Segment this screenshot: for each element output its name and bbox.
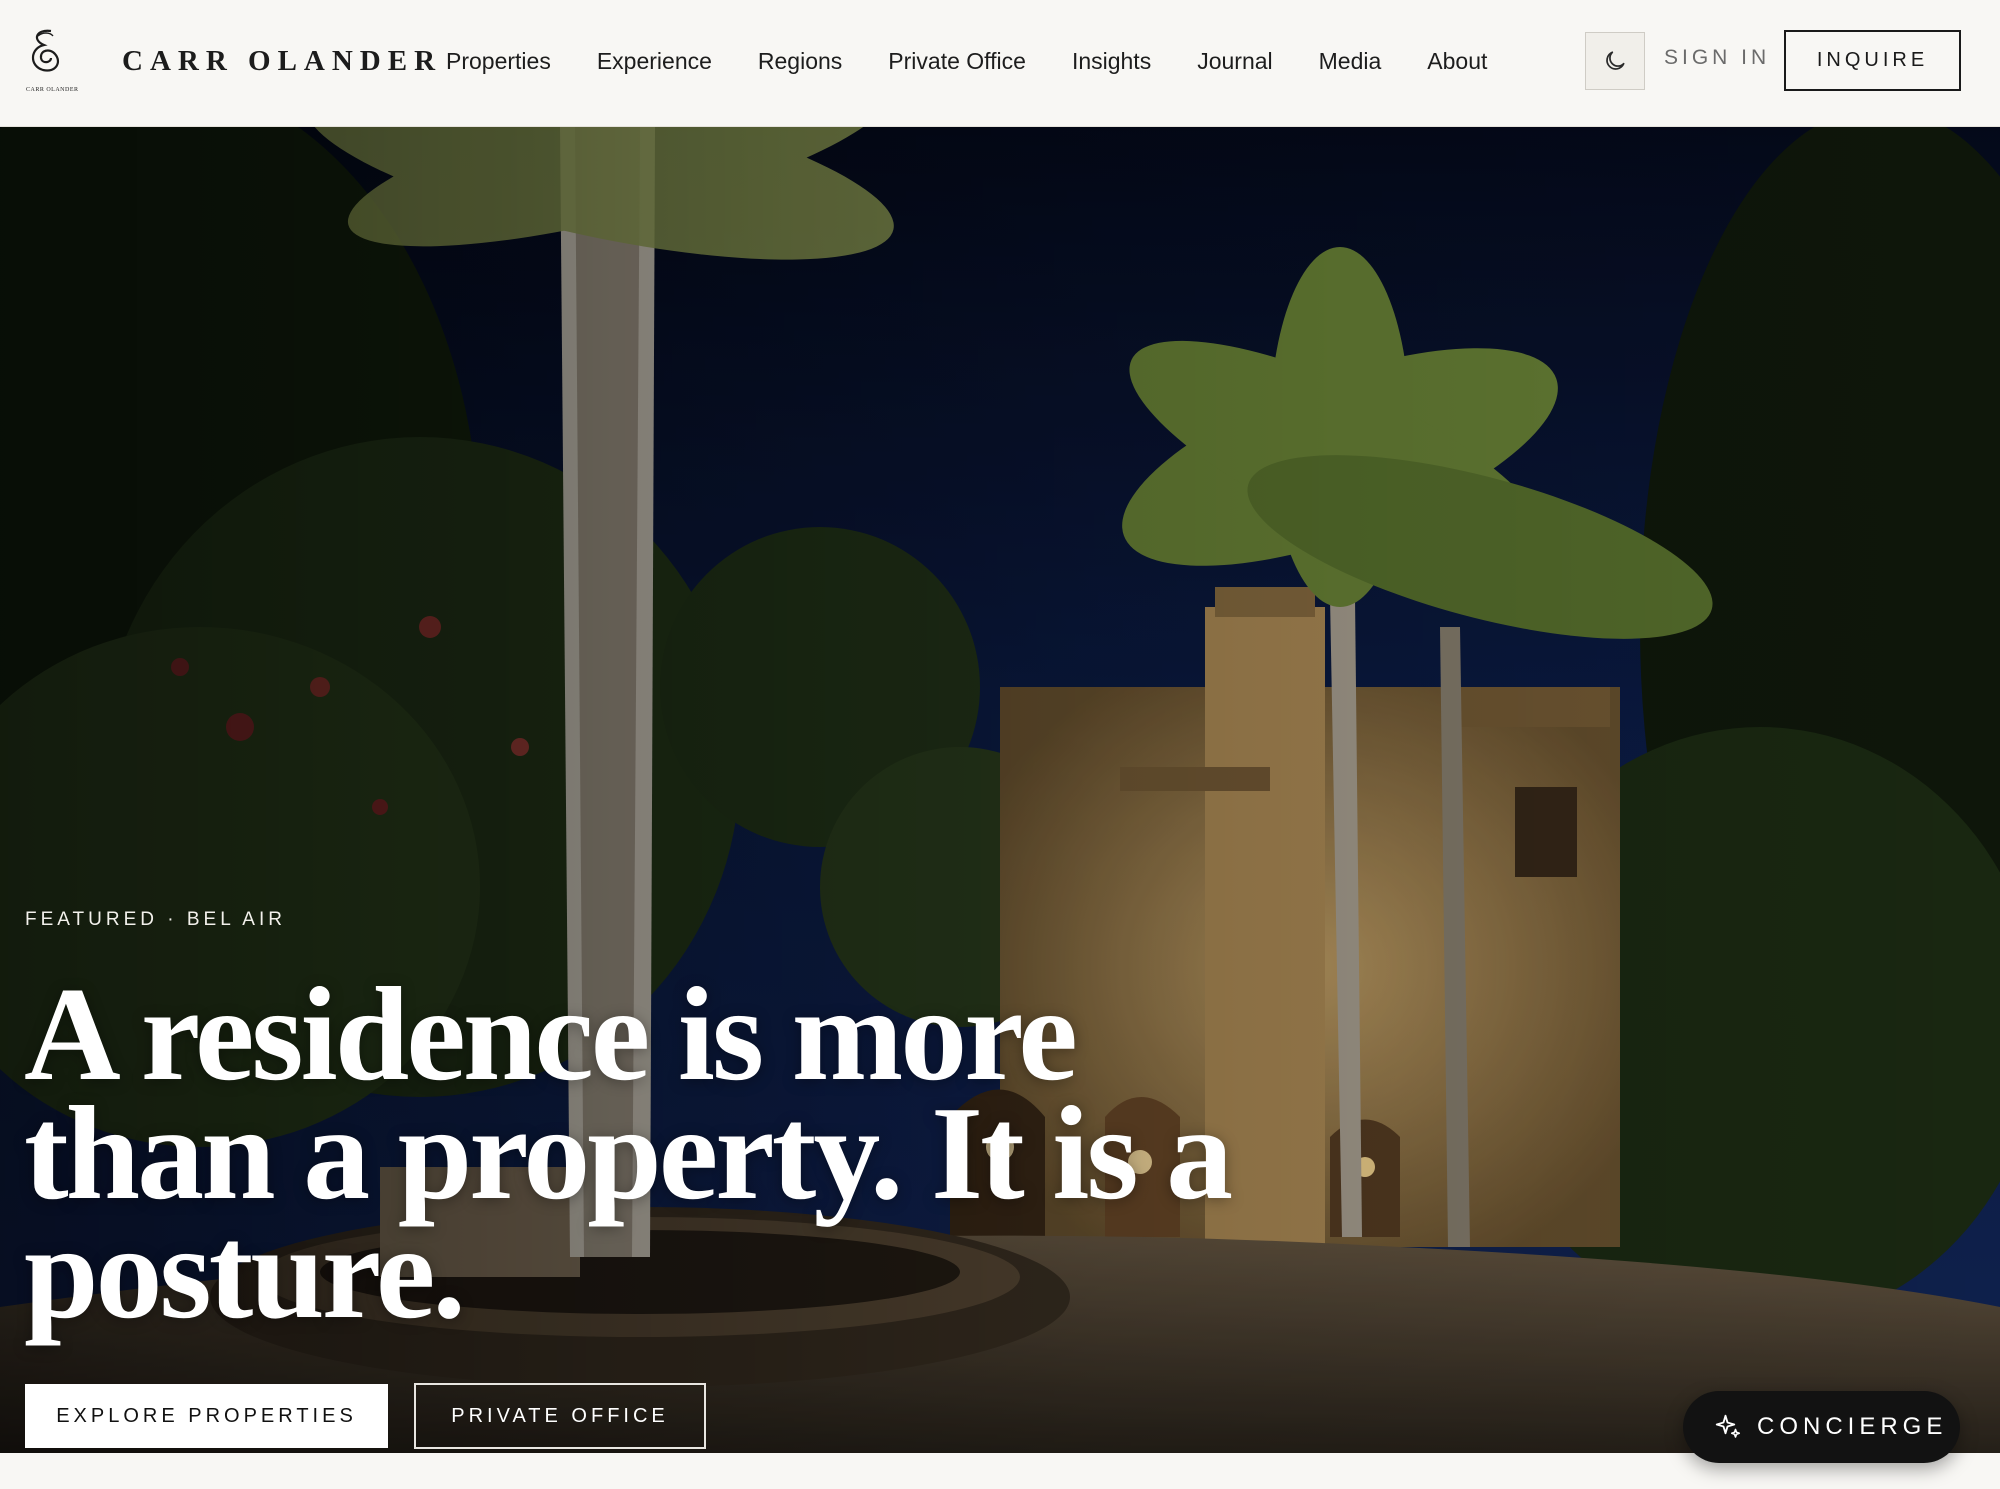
- sign-in-link[interactable]: SIGN IN: [1664, 46, 1770, 70]
- page-below-fold: [0, 1453, 2000, 1489]
- logo[interactable]: CARR OLANDER CARR OLANDER: [24, 26, 442, 96]
- concierge-button[interactable]: CONCIERGE: [1683, 1391, 1960, 1463]
- theme-toggle-button[interactable]: [1585, 32, 1645, 90]
- hero-headline: A residence is more than a property. It …: [24, 960, 1233, 1346]
- nav-item-private-office[interactable]: Private Office: [888, 48, 1026, 75]
- hero-section: FEATURED · BEL AIR A residence is more t…: [0, 127, 2000, 1453]
- nav-item-experience[interactable]: Experience: [597, 48, 712, 75]
- primary-nav: Properties Experience Regions Private Of…: [446, 0, 1533, 122]
- sparkle-icon: [1713, 1412, 1743, 1442]
- hero-kicker: FEATURED · BEL AIR: [25, 909, 286, 930]
- logo-monogram-icon: CARR OLANDER: [24, 26, 80, 96]
- nav-item-media[interactable]: Media: [1319, 48, 1382, 75]
- explore-properties-button[interactable]: EXPLORE PROPERTIES: [25, 1384, 388, 1448]
- nav-item-properties[interactable]: Properties: [446, 48, 551, 75]
- brand-name: CARR OLANDER: [122, 44, 443, 77]
- nav-item-insights[interactable]: Insights: [1072, 48, 1151, 75]
- site-header: CARR OLANDER CARR OLANDER Properties Exp…: [0, 0, 2000, 127]
- nav-item-about[interactable]: About: [1427, 48, 1487, 75]
- nav-item-journal[interactable]: Journal: [1197, 48, 1272, 75]
- nav-item-regions[interactable]: Regions: [758, 48, 842, 75]
- private-office-button[interactable]: PRIVATE OFFICE: [414, 1383, 706, 1449]
- logo-caption: CARR OLANDER: [26, 87, 79, 93]
- inquire-button[interactable]: INQUIRE: [1784, 30, 1961, 91]
- moon-icon: [1606, 51, 1625, 70]
- concierge-label: CONCIERGE: [1757, 1413, 1948, 1440]
